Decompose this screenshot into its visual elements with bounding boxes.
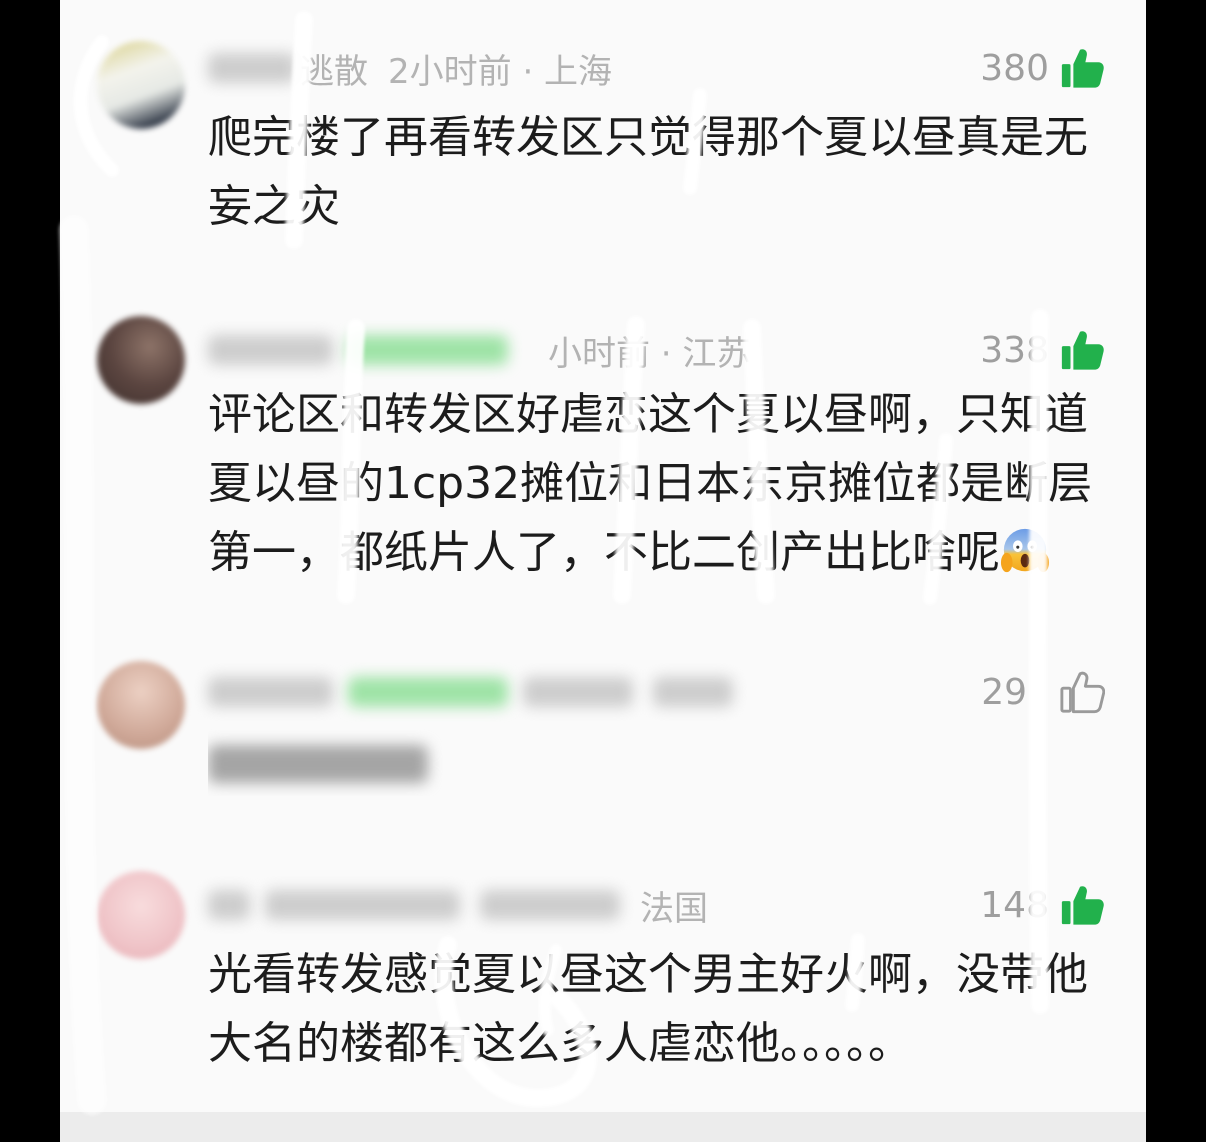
comment-content[interactable] [208, 727, 1138, 796]
like-button[interactable]: 148 [980, 880, 1105, 930]
bottom-bar [60, 1112, 1146, 1142]
comment-item[interactable]: 小时前 · 江苏 338 评论区和转发区好虐恋这个夏以昼啊，只知道 夏以昼的1c… [60, 316, 1146, 578]
thumbs-up-filled-icon [1061, 49, 1104, 88]
blurred-username [265, 890, 460, 920]
avatar[interactable] [97, 661, 185, 749]
comment-content[interactable]: 爬完楼了再看转发区只觉得那个夏以昼真是无 妄之灾 [208, 103, 1138, 241]
thumbs-up-filled-icon [1061, 886, 1104, 925]
left-black-border [0, 0, 60, 1142]
comment-header: 小时前 · 江苏 [208, 325, 750, 375]
comment-line-text: 第一，都纸片人了，不比二创产出比啥呢 [208, 527, 1000, 578]
comment-item[interactable]: 法国 148 光看转发感觉夏以昼这个男主好火啊，没带他 大名的楼都有这么多人虐恋… [60, 871, 1146, 1069]
blurred-username [208, 53, 296, 83]
like-count: 380 [980, 47, 1049, 89]
comment-item[interactable]: 29 [60, 661, 1146, 783]
comment-header [208, 667, 733, 717]
comment-time-location: 小时前 · 江苏 [548, 333, 751, 374]
avatar[interactable] [97, 871, 185, 959]
thumbs-up-outline-icon [1060, 671, 1105, 714]
like-count: 338 [980, 329, 1049, 371]
thumbs-up-filled-icon [1061, 331, 1104, 370]
comment-location: 法国 [640, 888, 708, 929]
like-button[interactable]: 338 [980, 325, 1105, 375]
comment-time-location: 2小时前 · 上海 [388, 51, 613, 92]
comment-line: 大名的楼都有这么多人虐恋他。。。。。 [208, 1018, 912, 1069]
like-count: 29 [981, 671, 1027, 713]
blurred-badge [348, 677, 508, 707]
comment-line [208, 727, 1138, 796]
comment-list-screen: 逃散 2小时前 · 上海 380 爬完楼了再看转发区只觉得那个夏以昼真是无 妄之… [60, 0, 1146, 1142]
avatar[interactable] [97, 316, 185, 404]
blurred-time [523, 677, 633, 707]
like-button[interactable]: 380 [980, 43, 1105, 93]
comment-item[interactable]: 逃散 2小时前 · 上海 380 爬完楼了再看转发区只觉得那个夏以昼真是无 妄之… [60, 41, 1146, 232]
comment-line: 光看转发感觉夏以昼这个男主好火啊，没带他 [208, 949, 1088, 1000]
comment-line: 第一，都纸片人了，不比二创产出比啥呢 [208, 518, 1138, 587]
comment-content[interactable]: 光看转发感觉夏以昼这个男主好火啊，没带他 大名的楼都有这么多人虐恋他。。。。。 [208, 940, 1138, 1078]
username[interactable]: 逃散 [300, 44, 368, 93]
comment-content[interactable]: 评论区和转发区好虐恋这个夏以昼啊，只知道 夏以昼的1cp32摊位和日本东京摊位都… [208, 380, 1138, 587]
blurred-time [480, 890, 620, 920]
comment-line: 评论区和转发区好虐恋这个夏以昼啊，只知道 [208, 389, 1088, 440]
blurred-badge [208, 890, 250, 920]
comment-line: 妄之灾 [208, 181, 340, 232]
right-black-border [1146, 0, 1206, 1142]
avatar[interactable] [97, 41, 185, 129]
blurred-location [653, 677, 733, 707]
comment-header: 法国 [208, 880, 708, 930]
blurred-username [208, 677, 333, 707]
like-count: 148 [980, 884, 1049, 926]
face-screaming-in-fear-icon [1000, 528, 1050, 573]
comment-line: 爬完楼了再看转发区只觉得那个夏以昼真是无 [208, 112, 1088, 163]
blurred-username [208, 335, 333, 365]
comment-line: 夏以昼的1cp32摊位和日本东京摊位都是断层 [208, 458, 1093, 509]
comment-header: 逃散 2小时前 · 上海 [208, 43, 612, 93]
like-button[interactable]: 29 [981, 667, 1105, 717]
blurred-comment-text [208, 745, 428, 783]
blurred-badge [348, 335, 508, 365]
